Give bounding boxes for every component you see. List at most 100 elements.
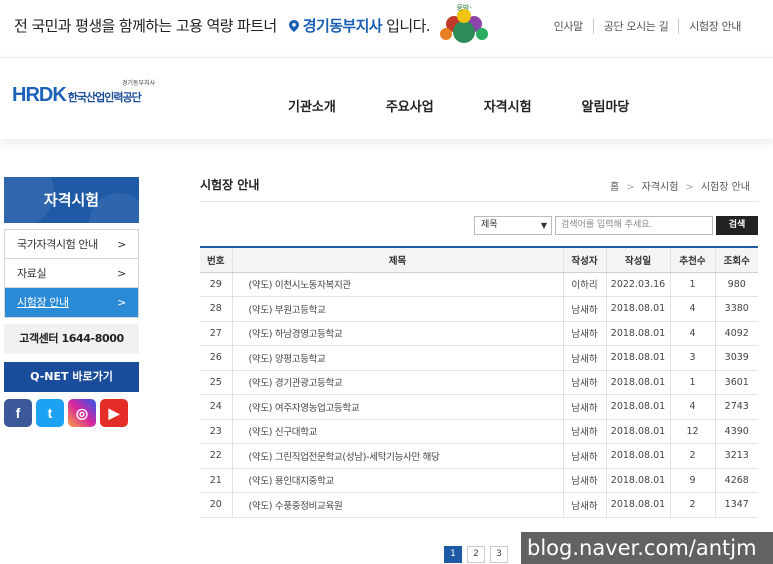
search-input[interactable]: 검색어를 입력해 주세요. bbox=[555, 216, 713, 235]
util-link-directions[interactable]: 공단 오시는 길 bbox=[592, 18, 679, 34]
cell-title[interactable]: (약도) 하남경영고등학교 bbox=[231, 321, 563, 346]
cell-no: 25 bbox=[200, 370, 232, 395]
chevron-right-icon: > bbox=[685, 182, 694, 193]
slogan-suffix: 입니다. bbox=[386, 17, 430, 35]
facebook-icon[interactable]: f bbox=[4, 399, 32, 427]
cell-views: 2743 bbox=[714, 394, 758, 420]
cell-title[interactable]: (약도) 여주자영농업고등학교 bbox=[231, 394, 563, 420]
sidebar-item-label: 국가자격시험 안내 bbox=[17, 238, 98, 251]
cell-title[interactable]: (약도) 양평고등학교 bbox=[231, 345, 563, 371]
cell-date: 2018.08.01 bbox=[605, 468, 670, 493]
utility-links: 인사말 공단 오시는 길 시험장 안내 bbox=[544, 18, 751, 34]
page-button[interactable]: 3 bbox=[490, 546, 508, 563]
instagram-icon[interactable]: ◎ bbox=[68, 399, 96, 427]
table-header-row: 번호 제목 작성자 작성일 추천수 조회수 bbox=[200, 247, 758, 273]
cell-date: 2018.08.01 bbox=[605, 296, 670, 322]
cell-date: 2018.08.01 bbox=[605, 394, 670, 420]
table-row[interactable]: 29 (약도) 이천시노동자복지관 이하리 2022.03.16 1 980 bbox=[200, 272, 758, 297]
logo-mark: HRDK bbox=[12, 84, 67, 106]
breadcrumb-exams[interactable]: 자격시험 bbox=[642, 182, 679, 193]
nav-item-notices[interactable]: 알림마당 bbox=[582, 96, 630, 115]
chevron-right-icon: > bbox=[117, 238, 126, 251]
cell-no: 29 bbox=[200, 272, 232, 297]
header: HRDK 한국산업인력공단 경기동부지사 기관소개 주요사업 자격시험 알림마당 bbox=[0, 57, 773, 139]
table-row[interactable]: 20 (약도) 수풍중정비교육원 남새하 2018.08.01 2 1347 bbox=[200, 492, 758, 518]
table-row[interactable]: 23 (약도) 신구대학교 남새하 2018.08.01 12 4390 bbox=[200, 419, 758, 444]
slogan-prefix: 전 국민과 평생을 함께하는 고용 역량 파트너 bbox=[14, 17, 277, 35]
search-button[interactable]: 검색 bbox=[716, 216, 758, 235]
sidebar-item-label: 자료실 bbox=[17, 267, 47, 280]
nav-item-about[interactable]: 기관소개 bbox=[288, 96, 336, 115]
search-bar: 제목 ▼ 검색어를 입력해 주세요. 검색 bbox=[474, 216, 758, 236]
util-link-greeting[interactable]: 인사말 bbox=[544, 18, 593, 34]
cell-title[interactable]: (약도) 이천시노동자복지관 bbox=[231, 272, 563, 297]
cell-likes: 4 bbox=[669, 394, 715, 420]
cell-date: 2018.08.01 bbox=[605, 419, 670, 444]
social-links: f t ◎ ▶ bbox=[4, 399, 139, 427]
table-row[interactable]: 22 (약도) 그린직업전문학교(성남)-세탁기능사만 해당 남새하 2018.08.… bbox=[200, 443, 758, 469]
table-row[interactable]: 28 (약도) 부원고등학교 남새하 2018.08.01 4 3380 bbox=[200, 296, 758, 322]
cell-likes: 4 bbox=[669, 321, 715, 346]
breadcrumb-home[interactable]: 홈 bbox=[610, 182, 619, 193]
cell-title[interactable]: (약도) 신구대학교 bbox=[231, 419, 563, 444]
cell-no: 22 bbox=[200, 443, 232, 469]
table-row[interactable]: 25 (약도) 경기관광고등학교 남새하 2018.08.01 1 3601 bbox=[200, 370, 758, 395]
qnet-link-button[interactable]: Q-NET 바로가기 bbox=[4, 362, 139, 392]
cell-title[interactable]: (약도) 그린직업전문학교(성남)-세탁기능사만 해당 bbox=[231, 443, 563, 469]
cell-likes: 1 bbox=[669, 272, 715, 297]
title-row: 시험장 안내 홈 > 자격시험 > 시험장 안내 bbox=[200, 170, 758, 202]
chevron-right-icon: > bbox=[626, 182, 635, 193]
chevron-right-icon: > bbox=[117, 267, 126, 280]
search-field-select[interactable]: 제목 ▼ bbox=[474, 216, 552, 235]
cell-likes: 12 bbox=[669, 419, 715, 444]
logo-branch: 경기동부지사 bbox=[122, 80, 156, 87]
cell-date: 2022.03.16 bbox=[605, 272, 670, 297]
table-row[interactable]: 21 (약도) 용인대지중학교 남새하 2018.08.01 9 4268 bbox=[200, 468, 758, 493]
cell-author: 남새하 bbox=[562, 296, 606, 322]
table-row[interactable]: 26 (약도) 양평고등학교 남새하 2018.08.01 3 3039 bbox=[200, 345, 758, 371]
cell-title[interactable]: (약도) 수풍중정비교육원 bbox=[231, 492, 563, 518]
mascot-image: 뭉박· bbox=[440, 3, 488, 43]
cell-author: 남새하 bbox=[562, 419, 606, 444]
logo[interactable]: HRDK 한국산업인력공단 경기동부지사 bbox=[12, 80, 155, 107]
cell-likes: 1 bbox=[669, 370, 715, 395]
sidebar-title: 자격시험 bbox=[4, 177, 139, 223]
cell-author: 남새하 bbox=[562, 345, 606, 371]
cell-date: 2018.08.01 bbox=[605, 492, 670, 518]
cell-title[interactable]: (약도) 경기관광고등학교 bbox=[231, 370, 563, 395]
page-button[interactable]: 2 bbox=[467, 546, 485, 563]
breadcrumb-current: 시험장 안내 bbox=[700, 182, 750, 193]
nav-item-business[interactable]: 주요사업 bbox=[386, 96, 434, 115]
cell-no: 27 bbox=[200, 321, 232, 346]
cell-author: 남새하 bbox=[562, 394, 606, 420]
cell-date: 2018.08.01 bbox=[605, 345, 670, 371]
cell-date: 2018.08.01 bbox=[605, 443, 670, 469]
main-nav: 기관소개 주요사업 자격시험 알림마당 bbox=[288, 96, 679, 115]
nav-item-exams[interactable]: 자격시험 bbox=[484, 96, 532, 115]
youtube-icon[interactable]: ▶ bbox=[100, 399, 128, 427]
cell-date: 2018.08.01 bbox=[605, 370, 670, 395]
cell-author: 남새하 bbox=[562, 321, 606, 346]
util-link-exam-site[interactable]: 시험장 안내 bbox=[678, 18, 751, 34]
pagination: 123 bbox=[444, 541, 513, 563]
cell-views: 4268 bbox=[714, 468, 758, 493]
cell-title[interactable]: (약도) 용인대지중학교 bbox=[231, 468, 563, 493]
cell-title[interactable]: (약도) 부원고등학교 bbox=[231, 296, 563, 322]
cell-views: 4390 bbox=[714, 419, 758, 444]
twitter-icon[interactable]: t bbox=[36, 399, 64, 427]
cell-views: 4092 bbox=[714, 321, 758, 346]
cell-author: 남새하 bbox=[562, 468, 606, 493]
callcenter-banner[interactable]: 고객센터 1644-8000 bbox=[4, 324, 139, 354]
cell-no: 21 bbox=[200, 468, 232, 493]
cell-likes: 2 bbox=[669, 443, 715, 469]
table-row[interactable]: 24 (약도) 여주자영농업고등학교 남새하 2018.08.01 4 2743 bbox=[200, 394, 758, 420]
sidebar-item-archive[interactable]: 자료실 > bbox=[5, 259, 138, 288]
table-row[interactable]: 27 (약도) 하남경영고등학교 남새하 2018.08.01 4 4092 bbox=[200, 321, 758, 346]
sidebar-item-label: 시험장 안내 bbox=[17, 296, 69, 309]
cell-date: 2018.08.01 bbox=[605, 321, 670, 346]
cell-likes: 3 bbox=[669, 345, 715, 371]
sidebar-item-exam-site[interactable]: 시험장 안내 > bbox=[5, 288, 138, 317]
search-field-value: 제목 bbox=[481, 220, 498, 230]
sidebar-item-national-exam[interactable]: 국가자격시험 안내 > bbox=[5, 230, 138, 259]
page-button[interactable]: 1 bbox=[444, 546, 462, 563]
